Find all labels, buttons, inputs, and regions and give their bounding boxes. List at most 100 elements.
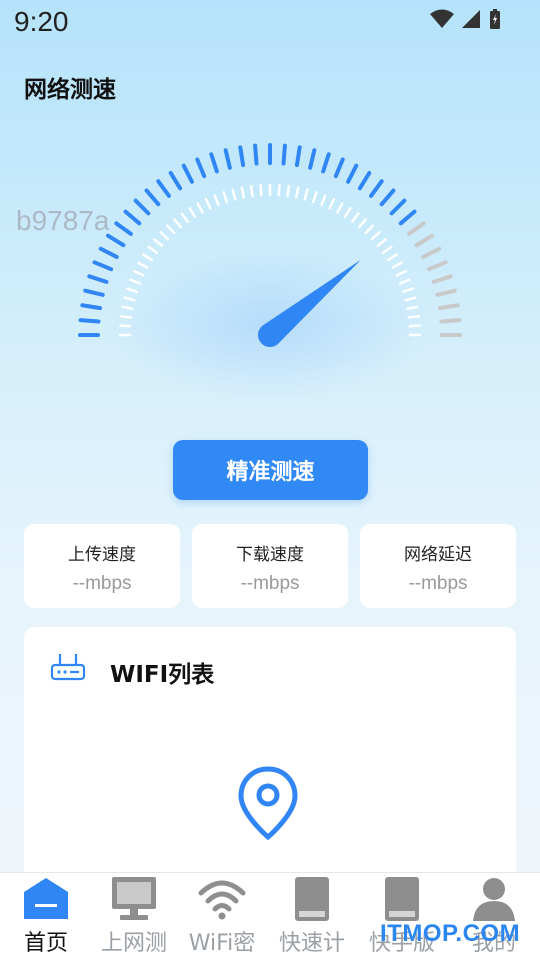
gauge-inner-tick [173, 218, 183, 229]
gauge-outer-ticks [78, 143, 462, 337]
gauge-outer-tick [308, 148, 317, 170]
router-icon [50, 654, 86, 681]
gauge-outer-tick [426, 260, 448, 272]
gauge-outer-tick [83, 288, 105, 297]
gauge-inner-tick [395, 269, 407, 277]
gauge-outer-tick [253, 143, 259, 166]
tab-home-label: 首页 [23, 931, 68, 956]
gauge-inner-tick [404, 296, 417, 302]
gauge-inner-tick [123, 296, 136, 302]
gauge-inner-tick [188, 207, 197, 219]
gauge-outer-tick [421, 246, 442, 259]
gauge-inner-tick [382, 245, 393, 254]
tab-wifi-password-label: WiFi密 [188, 931, 256, 956]
location-pin-icon [238, 766, 298, 841]
gauge-needle-shape [258, 259, 361, 347]
gauge-outer-tick [407, 221, 426, 236]
wifi-list-title: WIFI列表 [110, 662, 215, 688]
gauge-inner-tick [159, 231, 170, 241]
gauge-inner-tick [222, 191, 228, 204]
gauge-outer-tick [437, 303, 460, 311]
gauge-inner-tick [249, 184, 254, 198]
gauge-outer-tick [379, 188, 396, 207]
gauge-inner-tick [133, 269, 145, 277]
gauge-inner-tick [259, 184, 263, 197]
gauge-outer-tick [105, 233, 126, 248]
gauge-outer-tick [156, 179, 171, 198]
upload-speed-label: 上传速度 [68, 545, 136, 565]
gauge-inner-tick [406, 305, 419, 311]
gauge-outer-tick [294, 145, 302, 168]
gauge-inner-tick [119, 324, 132, 328]
page-title: 网络测速 [24, 77, 116, 103]
gauge-inner-tick [196, 202, 204, 214]
gauge-inner-tick [147, 245, 158, 254]
gauge-inner-tick [126, 287, 139, 293]
gauge-inner-tick [357, 218, 367, 229]
tab-home[interactable]: 首页 [0, 873, 92, 961]
gauge-outer-tick [431, 274, 453, 284]
gauge-inner-tick [328, 198, 336, 210]
battery-icon [490, 9, 500, 29]
gauge-outer-tick [133, 198, 151, 216]
gauge-inner-tick [180, 212, 189, 223]
gauge-inner-tick [286, 184, 291, 198]
gauge-inner-tick [129, 278, 142, 285]
latency-value: --mbps [408, 573, 468, 594]
gauge-outer-tick [414, 233, 435, 248]
tab-online-test-label: 上网测 [100, 931, 167, 956]
gauge-inner-tick [343, 207, 352, 219]
download-speed-value: --mbps [240, 573, 300, 594]
gauge-inner-tick [386, 253, 398, 262]
wifi-list-card: WIFI列表 [24, 627, 516, 887]
download-speed-label: 下载速度 [236, 545, 304, 565]
gauge-outer-tick [389, 198, 407, 216]
gauge-inner-tick [351, 212, 360, 223]
gauge-inner-tick [121, 305, 134, 311]
gauge-inner-tick [294, 186, 300, 199]
gauge-inner-tick [153, 238, 164, 248]
gauge-outer-tick [78, 318, 101, 324]
gauge-outer-tick [435, 288, 457, 297]
gauge-inner-tick [231, 188, 237, 201]
tab-online-test[interactable]: 上网测 [88, 873, 180, 961]
gauge-inner-tick [166, 224, 176, 235]
upload-speed-card: 上传速度 --mbps [24, 524, 180, 608]
gauge-outer-tick [439, 318, 462, 324]
gauge-inner-tick [119, 314, 133, 319]
gauge-outer-tick [87, 274, 109, 284]
book-icon [295, 877, 329, 921]
gauge-outer-tick [346, 163, 359, 184]
gauge-outer-tick [369, 179, 384, 198]
download-speed-card: 下载速度 --mbps [192, 524, 348, 608]
status-time: 9:20 [14, 6, 69, 37]
gauge-inner-tick [137, 261, 149, 269]
monitor-icon [112, 877, 156, 920]
gauge-outer-tick [114, 221, 133, 236]
gauge-outer-tick [92, 260, 114, 272]
gauge-outer-tick [333, 157, 345, 179]
gauge-outer-tick [181, 163, 194, 184]
gauge-inner-ticks [118, 183, 422, 337]
wifi-icon [198, 880, 246, 920]
gauge-inner-tick [204, 198, 212, 210]
tab-speed-calc[interactable]: 快速计 [266, 873, 358, 961]
cell-signal-icon [462, 10, 480, 28]
gauge-inner-tick [376, 238, 387, 248]
gauge-inner-tick [370, 231, 381, 241]
gauge-inner-tick [407, 314, 421, 319]
gauge-outer-tick [123, 209, 142, 226]
tab-wifi-password[interactable]: WiFi密 [176, 873, 268, 961]
gauge-inner-tick [213, 194, 220, 207]
brand-watermark: ITMOP.COM [380, 920, 521, 947]
gauge-outer-tick [144, 188, 161, 207]
gauge-outer-tick [209, 152, 219, 174]
precise-speed-test-button[interactable]: 精准测速 [173, 440, 368, 500]
gauge-outer-tick [168, 170, 183, 191]
book-icon [385, 877, 419, 921]
gauge-inner-tick [401, 287, 414, 293]
user-icon [473, 878, 515, 921]
gauge-inner-tick [364, 224, 374, 235]
gauge-inner-tick [336, 202, 344, 214]
gauge-needle [258, 259, 361, 347]
